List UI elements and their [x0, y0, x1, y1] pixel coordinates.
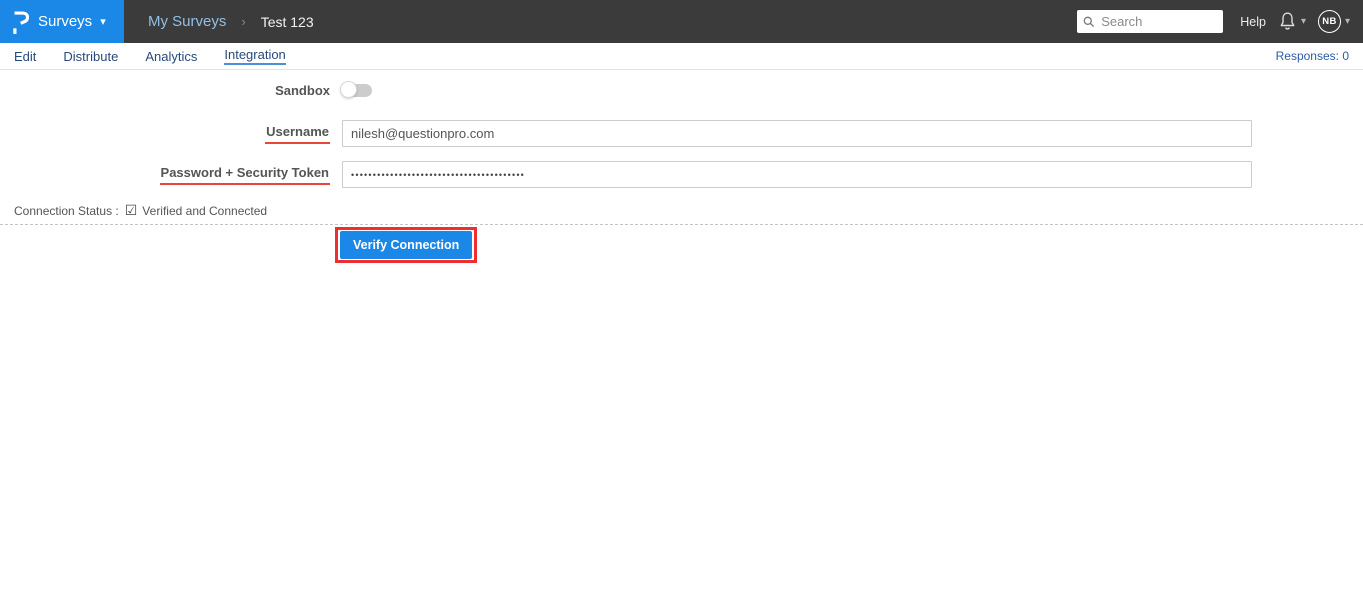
verify-connection-button[interactable]: Verify Connection: [340, 231, 473, 259]
toggle-knob: [340, 81, 357, 98]
connection-status-value: Verified and Connected: [142, 203, 268, 218]
search-input[interactable]: [1099, 13, 1218, 30]
password-input[interactable]: [342, 161, 1252, 188]
chevron-down-icon: ▾: [100, 16, 106, 28]
notifications-caret-icon[interactable]: ▾: [1301, 16, 1306, 27]
questionpro-logo-icon: [13, 9, 29, 35]
tab-distribute[interactable]: Distribute: [63, 49, 118, 64]
topbar-actions: Help ▾ NB ▾: [1077, 10, 1363, 33]
sandbox-toggle[interactable]: [340, 81, 372, 98]
tab-integration[interactable]: Integration: [224, 47, 286, 65]
responses-count[interactable]: Responses: 0: [1276, 49, 1349, 63]
annotation-highlight-box: Verify Connection: [335, 227, 478, 263]
username-label: Username: [0, 124, 330, 144]
breadcrumb: My Surveys › Test 123: [148, 13, 314, 30]
search-icon: [1083, 16, 1095, 27]
integration-panel: Sandbox Username Password + Security Tok…: [0, 70, 1363, 263]
avatar[interactable]: NB: [1317, 10, 1341, 33]
username-row: Username: [0, 120, 1252, 147]
product-switcher[interactable]: Surveys ▾: [0, 0, 124, 43]
connection-status: Connection Status : ☑ Verified and Conne…: [0, 202, 1363, 219]
tab-analytics[interactable]: Analytics: [145, 49, 197, 64]
username-input[interactable]: [342, 120, 1252, 147]
password-row: Password + Security Token: [0, 161, 1252, 188]
password-label: Password + Security Token: [0, 165, 330, 185]
connection-status-label: Connection Status :: [14, 203, 119, 218]
chevron-right-icon: ›: [241, 14, 246, 29]
top-navbar: Surveys ▾ My Surveys › Test 123 Help ▾ N…: [0, 0, 1363, 43]
dashed-divider: [0, 224, 1363, 225]
survey-tabbar: Edit Distribute Analytics Integration Re…: [0, 43, 1363, 70]
help-link[interactable]: Help: [1240, 15, 1266, 29]
button-area: Verify Connection: [0, 227, 1363, 263]
breadcrumb-current: Test 123: [260, 13, 314, 30]
breadcrumb-my-surveys[interactable]: My Surveys: [148, 13, 226, 30]
checked-checkbox-icon: ☑: [124, 202, 138, 218]
tab-edit[interactable]: Edit: [14, 49, 36, 64]
product-label: Surveys: [38, 13, 93, 30]
sandbox-label: Sandbox: [275, 83, 330, 98]
account-caret-icon[interactable]: ▾: [1345, 16, 1350, 27]
notifications-bell-icon[interactable]: [1278, 11, 1297, 32]
sandbox-row: Sandbox: [0, 81, 1252, 98]
search-box[interactable]: [1077, 10, 1224, 33]
